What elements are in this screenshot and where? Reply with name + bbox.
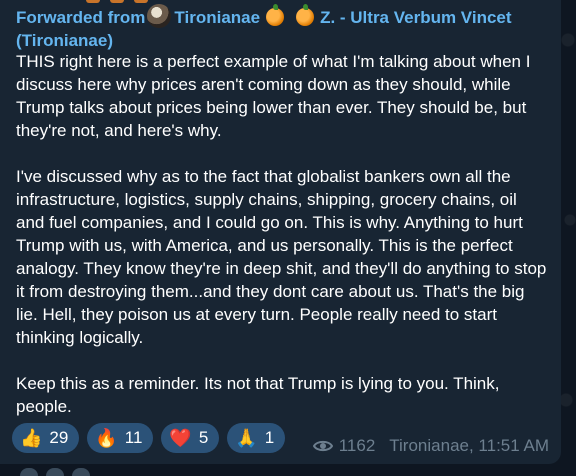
view-count: 1162 (338, 436, 376, 455)
reaction-fire[interactable]: 🔥 11 (87, 423, 154, 453)
reaction-count: 11 (124, 428, 143, 447)
eye-icon (312, 439, 333, 453)
message-paragraph: THIS right here is a perfect example of … (16, 52, 531, 140)
message-text: THIS right here is a perfect example of … (16, 50, 548, 441)
previous-message-edge (86, 0, 166, 3)
folded-hands-icon: 🙏 (235, 428, 258, 448)
forwarded-prefix: Forwarded from (16, 8, 146, 27)
thumbs-up-icon: 👍 (20, 428, 43, 448)
reaction-count: 1 (264, 428, 275, 447)
reaction-thumbs-up[interactable]: 👍 29 (12, 423, 80, 453)
reaction-count: 29 (49, 428, 69, 447)
channel-avatar-icon (147, 4, 172, 28)
orange-emoji-icon (266, 4, 285, 26)
next-message-edge (20, 468, 140, 476)
reaction-pray[interactable]: 🙏 1 (227, 423, 286, 453)
forwarded-channel-name[interactable]: Tironianae (174, 8, 260, 27)
reaction-count: 5 (198, 428, 209, 447)
post-signature-time: Tironianae, 11:51 AM (389, 436, 549, 455)
reaction-heart[interactable]: ❤️ 5 (161, 423, 220, 453)
fire-icon: 🔥 (95, 428, 118, 448)
message-meta: 1162 Tironianae, 11:51 AM (312, 436, 549, 456)
reactions-bar: 👍 29 🔥 11 ❤️ 5 🙏 1 (12, 423, 286, 453)
message-paragraph: I've discussed why as to the fact that g… (16, 167, 547, 347)
orange-emoji-icon (296, 4, 315, 26)
message-paragraph: Keep this as a reminder. Its not that Tr… (16, 374, 500, 416)
heart-icon: ❤️ (169, 428, 192, 448)
forwarded-header[interactable]: Forwarded from Tironianae Z. - Ultra Verbu… (16, 4, 556, 52)
message-bubble[interactable]: Forwarded from Tironianae Z. - Ultra Verbu… (0, 0, 561, 464)
